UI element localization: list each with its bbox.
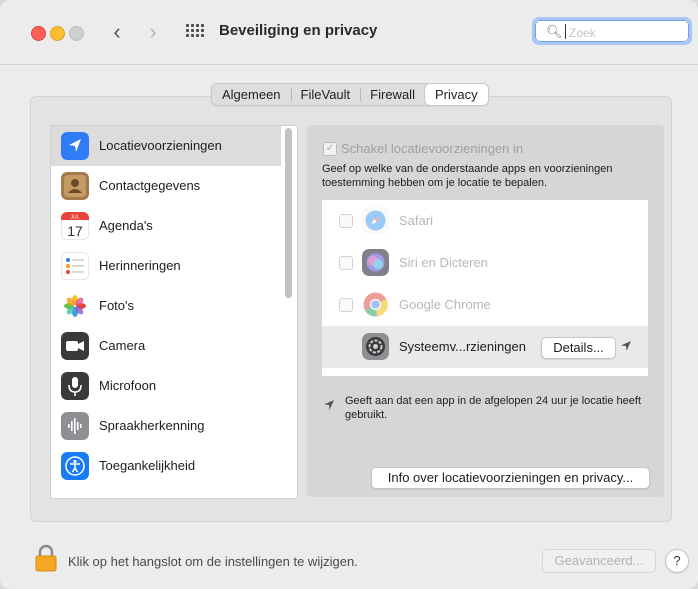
- sidebar-item-label: Foto's: [99, 298, 134, 313]
- sidebar-item-camera[interactable]: Camera: [51, 326, 281, 366]
- search-icon: 🔍︎: [546, 24, 563, 39]
- sidebar-item-label: Contactgegevens: [99, 178, 201, 193]
- app-checkbox[interactable]: [339, 298, 353, 312]
- reminders-icon: [61, 252, 89, 280]
- app-checkbox[interactable]: [339, 214, 353, 228]
- chrome-icon: [363, 292, 388, 317]
- photos-icon: [61, 292, 89, 320]
- location-usage-note: Geeft aan dat een app in de afgelopen 24…: [345, 395, 642, 421]
- camera-icon: [61, 332, 89, 360]
- sidebar-item-label: Spraakherkenning: [99, 418, 205, 433]
- app-list: Safari Siri en Dicteren Google Chrome Sy…: [322, 200, 648, 376]
- svg-text:JUL: JUL: [71, 215, 80, 221]
- app-row-safari: Safari: [322, 200, 648, 242]
- sidebar-scrollbar[interactable]: [285, 128, 292, 298]
- location-arrow-icon: [621, 341, 631, 351]
- privacy-category-list: Locatievoorzieningen Contactgegevens JUL…: [50, 125, 298, 499]
- contacts-icon: [61, 172, 89, 200]
- sidebar-item-label: Microfoon: [99, 378, 157, 393]
- siri-icon: [362, 249, 389, 276]
- tab-bar: Algemeen FileVault Firewall Privacy: [211, 83, 489, 106]
- sidebar-item-label: Locatievoorzieningen: [99, 138, 222, 153]
- forward-chevron-icon[interactable]: ›: [142, 19, 164, 45]
- app-name: Google Chrome: [399, 297, 491, 312]
- app-row-systeemvoorzieningen[interactable]: Systeemv...rzieningen Details...: [322, 326, 648, 368]
- sidebar-item-label: Toegankelijkheid: [99, 458, 196, 473]
- close-window-button[interactable]: [31, 26, 46, 41]
- app-row-google-chrome: Google Chrome: [322, 284, 648, 326]
- minimize-window-button[interactable]: [50, 26, 65, 41]
- safari-icon: [362, 207, 389, 234]
- tab-algemeen[interactable]: Algemeen: [212, 84, 291, 105]
- sidebar-item-spraakherkenning[interactable]: Spraakherkenning: [51, 406, 281, 446]
- sidebar-item-microfoon[interactable]: Microfoon: [51, 366, 281, 406]
- preferences-window: ‹ › Beveiliging en privacy 🔍︎ Algemeen F…: [0, 0, 698, 589]
- calendar-icon: JUL 17: [61, 212, 89, 240]
- app-name: Systeemv...rzieningen: [399, 339, 526, 354]
- system-services-icon: [362, 333, 389, 360]
- back-chevron-icon[interactable]: ‹: [106, 19, 128, 45]
- location-privacy-info-button[interactable]: Info over locatievoorzieningen en privac…: [371, 467, 650, 489]
- details-button[interactable]: Details...: [541, 337, 616, 359]
- padlock-icon[interactable]: [35, 544, 57, 572]
- enable-location-checkbox[interactable]: ✓: [323, 142, 337, 156]
- sidebar-item-agendas[interactable]: JUL 17 Agenda's: [51, 206, 281, 246]
- location-arrow-icon: [324, 400, 334, 410]
- sidebar-item-label: Camera: [99, 338, 146, 353]
- show-all-grid-icon[interactable]: [186, 24, 204, 40]
- sidebar-item-contactgegevens[interactable]: Contactgegevens: [51, 166, 281, 206]
- tab-filevault[interactable]: FileVault: [290, 84, 361, 105]
- help-button[interactable]: ?: [665, 549, 689, 573]
- microphone-icon: [61, 372, 89, 400]
- svg-text:17: 17: [67, 223, 83, 239]
- zoom-window-button[interactable]: [69, 26, 84, 41]
- search-field[interactable]: 🔍︎: [532, 17, 692, 45]
- advanced-button[interactable]: Geavanceerd...: [542, 549, 656, 573]
- app-name: Safari: [399, 213, 433, 228]
- sidebar-item-fotos[interactable]: Foto's: [51, 286, 281, 326]
- location-arrow-icon: [61, 132, 89, 160]
- search-input[interactable]: [567, 23, 689, 43]
- app-checkbox[interactable]: [339, 256, 353, 270]
- sidebar-item-label: Herinneringen: [99, 258, 181, 273]
- location-description: Geef op welke van de onderstaande apps e…: [322, 163, 613, 189]
- sidebar-item-label: Agenda's: [99, 218, 153, 233]
- accessibility-icon: [61, 452, 89, 480]
- app-name: Siri en Dicteren: [399, 255, 488, 270]
- speech-recognition-icon: [61, 412, 89, 440]
- tab-privacy[interactable]: Privacy: [424, 84, 488, 105]
- app-row-siri: Siri en Dicteren: [322, 242, 648, 284]
- enable-location-label: Schakel locatievoorzieningen in: [341, 141, 524, 156]
- lock-instruction-text: Klik op het hangslot om de instellingen …: [68, 554, 358, 569]
- sidebar-item-locatievoorzieningen[interactable]: Locatievoorzieningen: [51, 126, 281, 166]
- sidebar-item-herinneringen[interactable]: Herinneringen: [51, 246, 281, 286]
- window-title: Beveiliging en privacy: [219, 22, 378, 39]
- title-bar: ‹ › Beveiliging en privacy 🔍︎: [0, 0, 698, 64]
- tab-firewall[interactable]: Firewall: [360, 84, 425, 105]
- sidebar-item-toegankelijkheid[interactable]: Toegankelijkheid: [51, 446, 281, 486]
